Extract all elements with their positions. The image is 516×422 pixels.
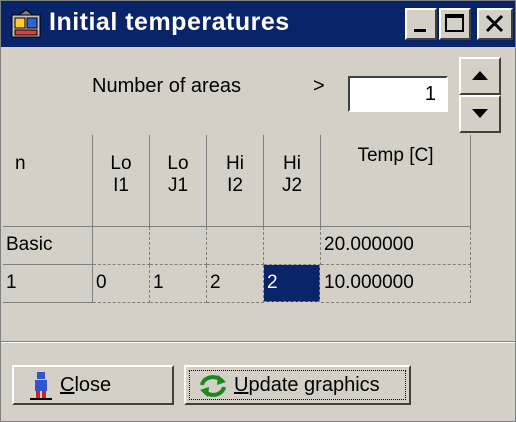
header-subtext: I1 (113, 175, 129, 196)
areas-count-input[interactable]: 1 (348, 76, 448, 112)
areas-label: Number of areas (92, 75, 241, 97)
spin-up-button[interactable] (459, 57, 501, 95)
update-label-rest: pdate graphics (248, 374, 380, 396)
header-text: Hi (283, 153, 301, 174)
temperature-grid: n Lo I1 Lo J1 Hi I2 Hi J2 Temp [C] Basic… (3, 135, 513, 335)
header-subtext: J1 (167, 175, 189, 196)
close-label-rest: lose (74, 374, 112, 396)
row-header-basic[interactable]: Basic (3, 227, 93, 265)
cell-1-hi-i2[interactable]: 2 (207, 265, 264, 303)
column-header-hi-j2[interactable]: Hi J2 (264, 135, 321, 227)
row-header-1[interactable]: 1 (3, 265, 93, 303)
triangle-up-icon (472, 71, 488, 80)
close-icon (485, 14, 504, 33)
triangle-down-icon (472, 109, 488, 118)
column-header-lo-i1[interactable]: Lo I1 (93, 135, 150, 227)
title-bar[interactable]: Initial temperatures (1, 1, 515, 47)
column-header-n[interactable]: n (3, 135, 93, 227)
header-subtext: J2 (281, 175, 303, 196)
minimize-icon (414, 29, 426, 32)
close-button[interactable]: Close (12, 365, 174, 405)
minimize-button[interactable] (405, 8, 437, 40)
cell-1-lo-j1[interactable]: 1 (150, 265, 207, 303)
button-divider (1, 341, 515, 343)
header-text: Lo (110, 153, 132, 174)
cell-basic-temp[interactable]: 20.000000 (321, 227, 471, 265)
dialog-window: Initial temperatures Number of areas > 1 (0, 0, 516, 422)
column-header-temp[interactable]: Temp [C] (321, 135, 471, 227)
column-header-lo-j1[interactable]: Lo J1 (150, 135, 207, 227)
maximize-button[interactable] (439, 8, 471, 40)
column-header-hi-i2[interactable]: Hi I2 (207, 135, 264, 227)
close-window-button[interactable] (477, 8, 513, 40)
cell-basic-hi-j2[interactable] (264, 227, 321, 265)
cell-basic-hi-i2[interactable] (207, 227, 264, 265)
cell-basic-lo-j1[interactable] (150, 227, 207, 265)
update-mnemonic: U (234, 374, 249, 396)
cell-basic-lo-i1[interactable] (93, 227, 150, 265)
header-text: Temp [C] (357, 145, 434, 166)
close-mnemonic: C (60, 374, 75, 396)
figure-icon (30, 372, 52, 400)
header-text: Hi (226, 153, 244, 174)
refresh-icon (200, 375, 226, 397)
cell-1-lo-i1[interactable]: 0 (93, 265, 150, 303)
header-text: Lo (167, 153, 189, 174)
close-button-label: Close (60, 374, 111, 397)
maximize-icon (445, 14, 464, 32)
header-subtext: I2 (227, 175, 243, 196)
app-icon (11, 9, 41, 38)
areas-arrow: > (313, 75, 325, 97)
window-title: Initial temperatures (49, 8, 290, 36)
header-text: n (15, 153, 26, 174)
cell-1-hi-j2-selected[interactable]: 2 (264, 265, 320, 302)
areas-row: Number of areas > 1 (1, 49, 515, 133)
update-button-label: Update graphics (234, 374, 380, 397)
spin-down-button[interactable] (459, 95, 501, 133)
update-graphics-button[interactable]: Update graphics (184, 365, 411, 405)
cell-1-temp[interactable]: 10.000000 (321, 265, 471, 303)
